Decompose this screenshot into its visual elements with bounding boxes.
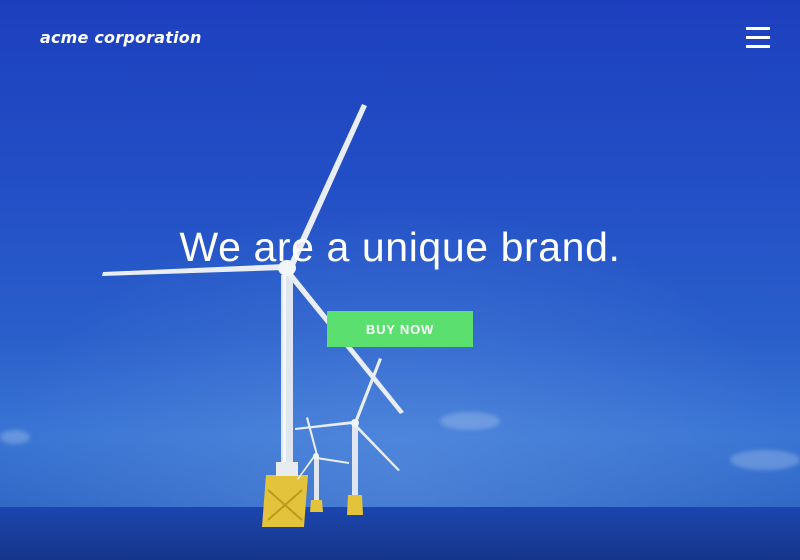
hero-headline: We are a unique brand. [179,224,621,270]
buy-now-button[interactable]: BUY NOW [327,311,473,347]
menu-bar [746,36,770,39]
menu-bar [746,27,770,30]
menu-bar [746,45,770,48]
hero-section: acme corporation We are a unique brand. … [0,0,800,560]
turbine-medium [295,358,400,515]
hamburger-menu-icon[interactable] [746,27,770,48]
brand-logo[interactable]: acme corporation [40,28,202,47]
wind-turbines-illustration [102,104,404,527]
